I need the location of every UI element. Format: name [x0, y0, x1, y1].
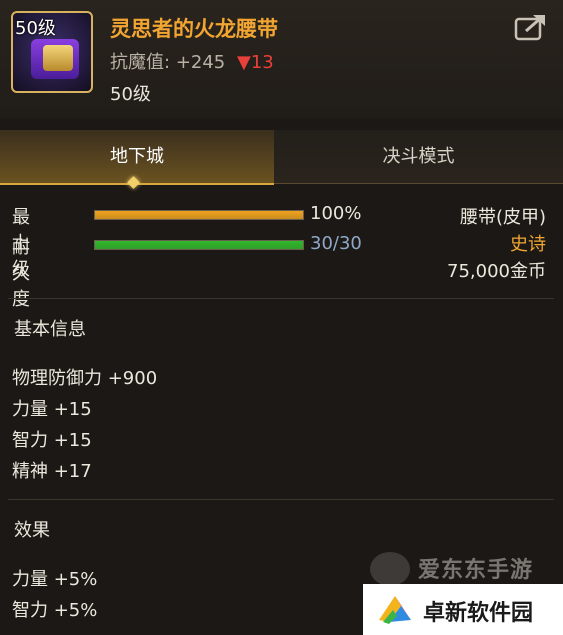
watermark-bottom-text: 卓新软件园 — [423, 601, 534, 626]
stat-value: +245 — [175, 52, 226, 73]
grade-value: 100% — [310, 203, 362, 224]
basic-info-title: 基本信息 — [14, 319, 86, 340]
tab-dungeon[interactable]: 地下城 — [0, 130, 274, 185]
effect-intelligence: 智力 +5% — [12, 600, 98, 621]
stat-label: 抗魔值: — [110, 52, 171, 73]
tab-pvp[interactable]: 决斗模式 — [274, 130, 563, 183]
durability-bar-fill — [95, 241, 303, 249]
grade-bar — [94, 210, 304, 220]
attr-intelligence: 智力 +15 — [12, 430, 92, 451]
item-price: 75,000金币 — [447, 261, 546, 282]
attr-physical-defense: 物理防御力 +900 — [12, 368, 158, 389]
belt-buckle-icon — [43, 45, 73, 71]
attr-spirit: 精神 +17 — [12, 461, 92, 482]
item-belt-icon[interactable]: 50级 — [11, 11, 93, 93]
item-name: 灵思者的火龙腰带 — [110, 17, 278, 41]
watermark-bottom: 卓新软件园 — [363, 584, 563, 635]
share-icon[interactable] — [514, 12, 548, 42]
watermark-top-text: 爱东东手游 — [418, 558, 534, 583]
item-level-badge: 50级 — [15, 18, 56, 39]
divider — [8, 499, 554, 500]
watermark-logo-icon — [370, 552, 410, 586]
watermark-logo-icon — [379, 596, 411, 624]
effect-strength: 力量 +5% — [12, 569, 98, 590]
effect-title: 效果 — [14, 520, 50, 541]
item-rarity: 史诗 — [510, 234, 546, 255]
magic-resist-stat: 抗魔值: +245 ▼13 — [110, 48, 274, 74]
attr-strength: 力量 +15 — [12, 399, 92, 420]
durability-bar — [94, 240, 304, 250]
required-level: 50级 — [110, 84, 151, 105]
divider — [8, 298, 554, 299]
item-type: 腰带(皮甲) — [459, 207, 546, 228]
watermark-top: 爱东东手游 — [370, 548, 563, 588]
durability-value: 30/30 — [310, 233, 362, 254]
mode-tabs: 地下城 决斗模式 — [0, 130, 563, 185]
durability-label: 耐久度 — [12, 237, 30, 310]
grade-bar-fill — [95, 211, 303, 219]
stat-delta: ▼13 — [237, 52, 274, 73]
